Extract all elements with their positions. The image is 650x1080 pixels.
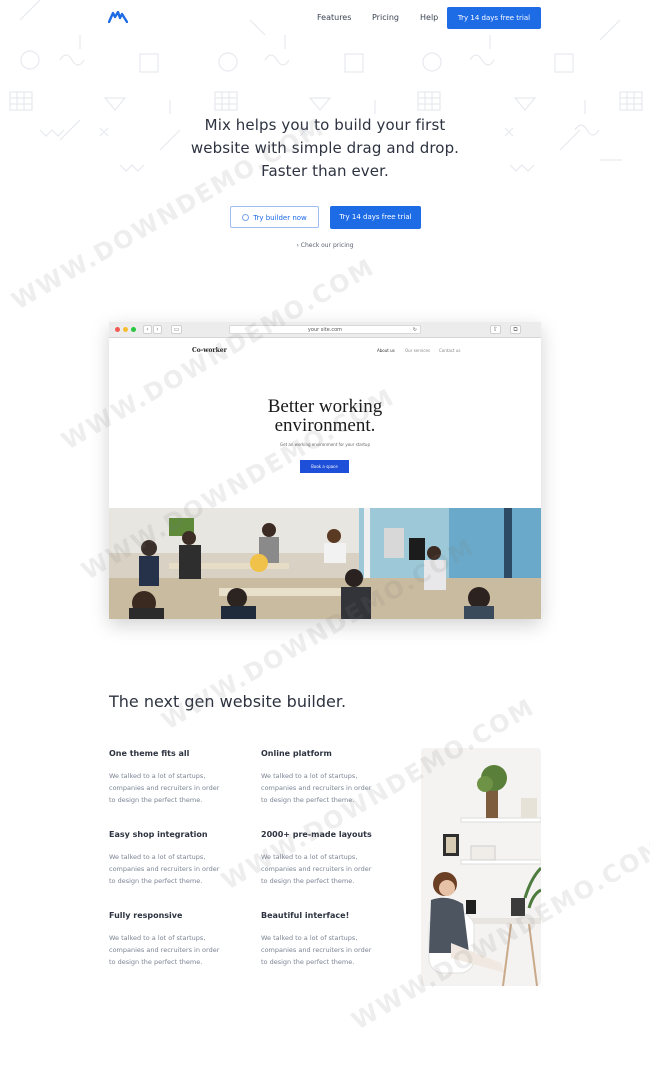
hero-heading-line-2: website with simple drag and drop. [190, 139, 460, 157]
url-text: your site.com [307, 327, 343, 333]
user-circle-icon [242, 214, 250, 221]
nav-link-features[interactable]: Features [317, 13, 351, 22]
nav-link-help[interactable]: Help [420, 13, 438, 22]
feature-title: One theme fits all [109, 749, 190, 758]
site-headline-line-1: Better working [267, 396, 383, 417]
share-icon[interactable]: ⇧ [490, 325, 501, 334]
try-builder-button[interactable]: Try builder now [230, 206, 319, 228]
feature-text: We talked to a lot of startups, companies… [109, 934, 220, 966]
maximize-dot-icon[interactable] [131, 327, 136, 332]
nav-link-pricing[interactable]: Pricing [372, 13, 399, 22]
browser-toolbar: ‹ › ▭ your site.com ↻ ⇧ ⧉ [109, 322, 541, 338]
close-dot-icon[interactable] [115, 327, 120, 332]
feature-title: Easy shop integration [109, 830, 208, 839]
site-nav-contact[interactable]: Contact us [439, 348, 460, 353]
forward-icon[interactable]: › [153, 325, 162, 334]
top-navigation: Features Pricing Help Try 14 days free t… [0, 0, 650, 36]
tabs-icon[interactable]: ⧉ [510, 325, 521, 334]
site-nav-about[interactable]: About us [377, 348, 395, 353]
reload-icon[interactable]: ↻ [413, 326, 417, 334]
mix-logo-icon[interactable] [108, 11, 128, 23]
trial-button-nav[interactable]: Try 14 days free trial [447, 7, 541, 29]
book-space-button[interactable]: Book a space [300, 460, 349, 473]
minimize-dot-icon[interactable] [123, 327, 128, 332]
feature-title: Online platform [261, 749, 332, 758]
site-nav-services[interactable]: Our services [405, 348, 430, 353]
feature-title: Beautiful interface! [261, 911, 350, 920]
sidebar-icon[interactable]: ▭ [171, 325, 182, 334]
feature-text: We talked to a lot of startups, companies… [261, 934, 372, 966]
trial-button-hero[interactable]: Try 14 days free trial [330, 206, 421, 229]
back-icon[interactable]: ‹ [143, 325, 152, 334]
try-builder-label: Try builder now [253, 214, 307, 222]
feature-text: We talked to a lot of startups, companies… [109, 772, 220, 804]
hero-heading-line-3: Faster than ever. [261, 162, 389, 180]
feature-title: Fully responsive [109, 911, 183, 920]
